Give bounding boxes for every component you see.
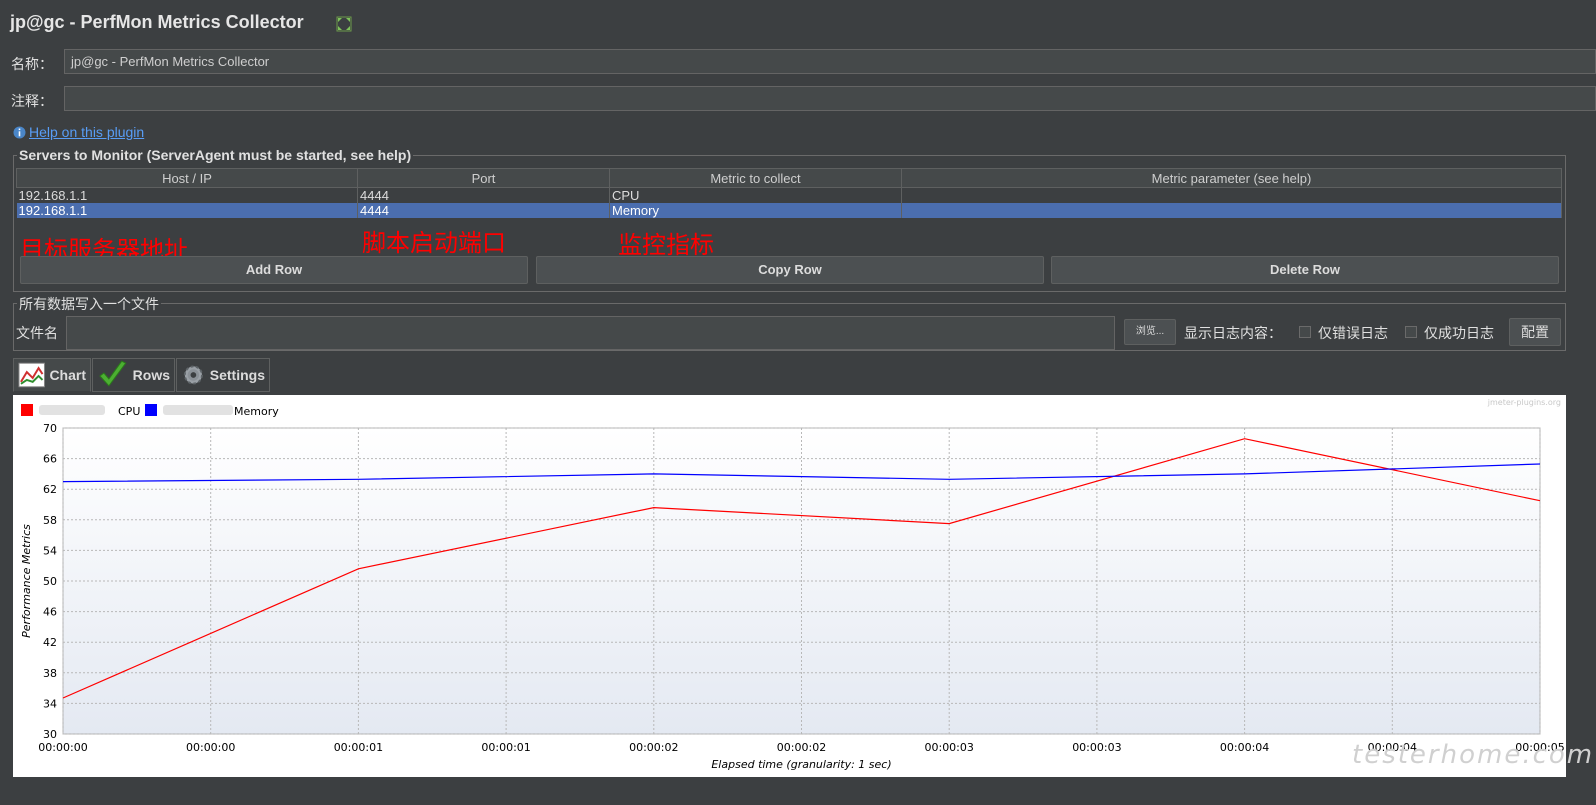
perfmon-chart: CPU Memory jmeter-plugins.org 30 34 38 42 46 5… <box>13 395 1566 777</box>
x-tick-label: 00:00:01 <box>334 741 383 754</box>
x-tick-label: 00:00:02 <box>777 741 826 754</box>
chart-watermark: jmeter-plugins.org <box>1487 398 1561 407</box>
y-tick-label: 42 <box>43 636 57 649</box>
cell-port[interactable]: 4444 <box>357 187 610 203</box>
errors-only-checkbox[interactable] <box>1299 326 1311 338</box>
success-only-checkbox[interactable] <box>1405 326 1417 338</box>
y-tick-label: 46 <box>43 606 57 619</box>
chart-icon <box>18 362 45 388</box>
cell-metric[interactable]: CPU <box>609 187 902 203</box>
filename-label: 文件名 <box>16 326 58 342</box>
info-icon <box>13 126 26 139</box>
y-tick-label: 70 <box>43 422 57 435</box>
table-row[interactable]: 192.168.1.1 4444 CPU <box>16 187 1562 203</box>
cell-metric[interactable]: Memory <box>609 203 902 218</box>
col-param[interactable]: Metric parameter (see help) <box>901 168 1562 188</box>
comment-label: 注释： <box>11 94 53 110</box>
name-label: 名称： <box>11 57 53 73</box>
x-axis-label: Elapsed time (granularity: 1 sec) <box>711 758 891 771</box>
x-tick-label: 00:00:00 <box>38 741 87 754</box>
x-tick-label: 00:00:04 <box>1220 741 1269 754</box>
cell-param[interactable] <box>901 203 1562 218</box>
y-tick-label: 38 <box>43 667 57 680</box>
legend-swatch <box>145 404 157 416</box>
page-title: jp@gc - PerfMon Metrics Collector <box>10 12 304 32</box>
name-field[interactable]: jp@gc - PerfMon Metrics Collector <box>64 49 1596 74</box>
y-tick-label: 54 <box>43 544 57 557</box>
x-tick-label: 00:00:03 <box>924 741 973 754</box>
servers-table: Host / IP Port Metric to collect Metric … <box>16 168 1562 218</box>
table-row[interactable]: 192.168.1.1 4444 Memory <box>16 203 1562 218</box>
tab-settings-label: Settings <box>209 367 265 383</box>
copy-row-button[interactable]: Copy Row <box>536 256 1044 284</box>
tab-settings[interactable]: Settings <box>176 358 270 392</box>
annotation-port: 脚本启动端口 <box>362 229 506 257</box>
filename-field[interactable] <box>66 316 1115 350</box>
errors-only-label: 仅错误日志 <box>1318 326 1388 342</box>
col-port[interactable]: Port <box>357 168 610 188</box>
y-tick-label: 62 <box>43 483 57 496</box>
col-host[interactable]: Host / IP <box>16 168 358 188</box>
gear-icon <box>183 365 203 385</box>
cell-param[interactable] <box>901 187 1562 203</box>
delete-row-button[interactable]: Delete Row <box>1051 256 1559 284</box>
x-tick-label: 00:00:01 <box>481 741 530 754</box>
annotation-metric: 监控指标 <box>618 231 714 259</box>
y-tick-label: 58 <box>43 514 57 527</box>
log-label: 显示日志内容： <box>1184 326 1282 342</box>
x-tick-label: 00:00:03 <box>1072 741 1121 754</box>
legend-label: CPU <box>118 405 140 418</box>
col-metric[interactable]: Metric to collect <box>609 168 902 188</box>
help-link[interactable]: Help on this plugin <box>29 124 144 140</box>
legend-redaction <box>163 405 233 415</box>
y-axis-label: Performance Metrics <box>20 524 33 638</box>
y-tick-label: 50 <box>43 575 57 588</box>
chart-panel: CPU Memory jmeter-plugins.org 30 34 38 42 46 5… <box>13 395 1566 777</box>
x-tick-label: 00:00:02 <box>629 741 678 754</box>
tab-rows-label: Rows <box>132 367 170 383</box>
servers-group-title: Servers to Monitor (ServerAgent must be … <box>17 147 414 163</box>
cell-port[interactable]: 4444 <box>357 203 610 218</box>
config-button[interactable]: 配置 <box>1509 318 1561 346</box>
legend-swatch <box>21 404 33 416</box>
tab-rows[interactable]: Rows <box>92 358 175 392</box>
checkmark-icon <box>99 360 127 387</box>
cell-host[interactable]: 192.168.1.1 <box>16 203 358 218</box>
tab-chart-label: Chart <box>49 367 86 383</box>
legend-redaction <box>39 405 105 415</box>
y-tick-label: 66 <box>43 453 57 466</box>
legend-label: Memory <box>234 405 279 418</box>
y-tick-label: 34 <box>43 697 57 710</box>
comment-field[interactable] <box>64 86 1596 111</box>
expand-icon[interactable] <box>336 16 352 32</box>
success-only-label: 仅成功日志 <box>1424 326 1494 342</box>
add-row-button[interactable]: Add Row <box>20 256 528 284</box>
site-watermark: testerhome.com <box>1352 740 1595 770</box>
tab-chart[interactable]: Chart <box>13 358 91 392</box>
file-group-title: 所有数据写入一个文件 <box>17 294 161 314</box>
browse-button[interactable]: 浏览... <box>1124 319 1176 345</box>
y-tick-label: 30 <box>43 728 57 741</box>
x-tick-label: 00:00:00 <box>186 741 235 754</box>
cell-host[interactable]: 192.168.1.1 <box>16 187 358 203</box>
servers-table-container: Host / IP Port Metric to collect Metric … <box>16 168 1562 246</box>
